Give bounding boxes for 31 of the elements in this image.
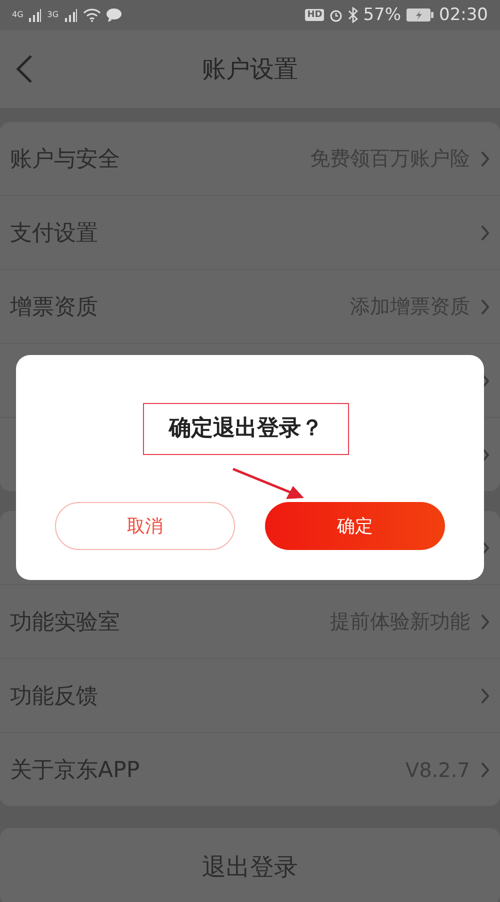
chat-bubble-icon: [106, 8, 122, 22]
bluetooth-icon: [348, 7, 358, 23]
row-label[interactable]: 账户与安全: [10, 144, 310, 174]
clock-time: 02:30: [439, 5, 488, 25]
network-type: 4G: [12, 10, 24, 19]
row-label[interactable]: 增票资质: [10, 292, 350, 322]
chevron-right-icon: [480, 686, 490, 704]
chevron-right-icon: [480, 612, 490, 630]
hd-badge: HD: [305, 9, 324, 21]
chevron-right-icon: [480, 760, 490, 778]
row-label[interactable]: 关于京东APP: [10, 754, 406, 784]
page-title: 账户设置: [202, 54, 298, 85]
logout-button[interactable]: 退出登录: [0, 828, 500, 902]
confirm-button[interactable]: 确定: [265, 502, 445, 550]
chevron-right-icon: [480, 298, 490, 316]
signal-icon: [64, 8, 78, 22]
back-icon[interactable]: [14, 54, 34, 84]
dialog-message: 确定退出登录？: [169, 416, 323, 442]
row-label[interactable]: 支付设置: [10, 218, 480, 248]
battery-percent: 57%: [363, 5, 401, 25]
chevron-right-icon: [480, 150, 490, 168]
wifi-icon: [82, 8, 101, 22]
row-label[interactable]: 功能实验室: [10, 606, 330, 636]
logout-label: 退出登录: [202, 852, 298, 882]
alarm-icon: [329, 8, 344, 22]
row-label[interactable]: 功能反馈: [10, 680, 480, 710]
network-type: 3G: [47, 10, 59, 19]
signal-icon: [28, 8, 42, 22]
chevron-right-icon: [480, 224, 490, 242]
battery-icon: [406, 8, 434, 22]
cancel-button[interactable]: 取消: [55, 502, 235, 550]
